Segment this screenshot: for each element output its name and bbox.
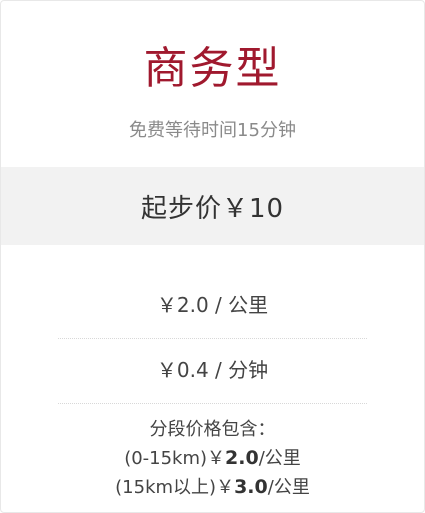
card-title: 商务型 [143,43,282,94]
tier-pricing: 分段价格包含： (0-15km)￥2.0/公里 (15km以上)￥3.0/公里 [1,415,424,502]
divider [58,403,367,404]
rate-per-minute: ￥0.4 / 分钟 [156,358,269,382]
pricing-card: 商务型 免费等待时间15分钟 起步价￥10 ￥2.0 / 公里 ￥0.4 / 分… [0,0,425,513]
tier-range: (15km以上) [115,477,217,498]
tier-currency: ￥ [216,477,235,498]
tier-currency: ￥ [207,448,226,469]
start-price-band: 起步价￥10 [1,167,424,245]
start-price: 起步价￥10 [140,193,285,224]
tier-heading: 分段价格包含： [149,419,276,440]
tier-price: 3.0 [234,476,268,498]
free-wait-note: 免费等待时间15分钟 [129,120,296,141]
tier-row: (15km以上)￥3.0/公里 [1,473,424,502]
tier-unit: /公里 [258,448,301,469]
tier-unit: /公里 [267,477,310,498]
divider [58,338,367,339]
tier-price: 2.0 [225,447,259,469]
rate-per-km: ￥2.0 / 公里 [156,293,269,317]
tier-row: (0-15km)￥2.0/公里 [1,444,424,473]
tier-range: (0-15km) [124,448,208,469]
